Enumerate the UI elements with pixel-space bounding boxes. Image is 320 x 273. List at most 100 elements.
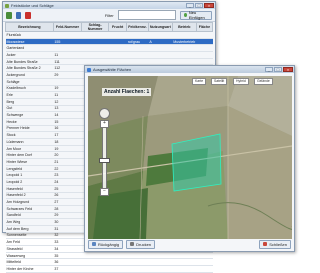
table-cell: Schläge — [5, 78, 54, 86]
table-row[interactable]: Mooswiese 155 rot/grau A Musterbetrieb — [5, 38, 213, 46]
table-row[interactable]: Acker 11 — [5, 51, 213, 59]
col-header[interactable]: Bezeichnung — [5, 22, 54, 32]
print-button[interactable]: Drucken — [126, 239, 156, 249]
table-cell — [53, 78, 82, 86]
table-cell: Sandfeld — [5, 212, 54, 220]
col-header[interactable]: Nutzungsart — [147, 22, 173, 32]
col-header[interactable]: Fläche — [195, 22, 214, 32]
table-cell: Hinter dem Dorf — [5, 151, 54, 160]
table-cell: Leopold 1 — [5, 171, 54, 180]
table-cell: 17 — [53, 131, 82, 139]
table-cell: Alte Bundes Straße — [5, 58, 54, 66]
maptype-map[interactable]: Karte — [192, 78, 207, 85]
pan-control[interactable] — [99, 108, 110, 119]
window-titlebar[interactable]: Ausgewählte Flächen _ □ × — [85, 66, 294, 73]
table-row[interactable]: Mittelfeld 36 — [5, 258, 213, 267]
table-cell — [126, 31, 149, 39]
table-cell: Gartenland — [5, 44, 54, 53]
insert-button-label: Neu Einfügen — [188, 10, 205, 20]
table-cell: 22 — [53, 165, 82, 173]
table-cell: Auf dem Berg — [5, 225, 54, 233]
table-cell: 24 — [53, 178, 82, 186]
minimize-button[interactable]: _ — [265, 67, 273, 72]
table-cell — [126, 258, 149, 267]
table-cell: 18 — [53, 138, 82, 146]
table-cell: Hecke — [5, 118, 54, 126]
table-row[interactable]: Wasserweg 35 — [5, 252, 213, 260]
table-cell: 25 — [53, 185, 82, 193]
close-label: Schließen — [269, 241, 287, 247]
table-row[interactable]: Flurstück — [5, 31, 213, 39]
table-cell: 27 — [53, 198, 82, 206]
edit-icon[interactable] — [15, 11, 22, 19]
col-header[interactable]: Betrieb — [171, 22, 197, 32]
delete-icon[interactable] — [25, 11, 31, 19]
table-cell: 29 — [53, 212, 82, 220]
filter-input[interactable] — [117, 10, 176, 20]
table-cell: Hinter der Kirche — [5, 265, 54, 273]
table-row[interactable]: Hinter der Kirche 37 — [5, 265, 213, 273]
plus-icon — [183, 13, 187, 17]
maximize-button[interactable]: □ — [195, 3, 203, 8]
window-titlebar[interactable]: Feldstücke und Schläge _ □ × — [3, 2, 215, 9]
table-cell: Lengsfeld — [5, 165, 54, 173]
table-cell — [108, 44, 127, 53]
filter-label: Filter — [104, 12, 114, 18]
table-cell: 111 — [53, 58, 82, 66]
table-cell — [126, 252, 149, 260]
maptype-hybrid[interactable]: Hybrid — [233, 78, 249, 85]
table-row[interactable]: Alte Bundes Straße 111 — [5, 58, 213, 66]
table-cell: 19 — [53, 85, 82, 93]
table-cell — [81, 252, 109, 260]
selected-field-polygon[interactable] — [171, 133, 222, 192]
close-window-button[interactable]: Schließen — [259, 239, 291, 249]
table-cell: 31 — [53, 225, 82, 233]
table-cell: Alte Bundes Straße 2 — [5, 64, 54, 73]
zoom-out-button[interactable]: − — [100, 188, 109, 196]
table-cell: Wasserweg — [5, 252, 54, 260]
table-cell: Leopold 2 — [5, 178, 54, 186]
close-button[interactable]: × — [204, 3, 214, 8]
table-cell — [172, 51, 197, 59]
col-header[interactable]: Feld-Nummer — [52, 22, 83, 32]
table-cell — [108, 51, 127, 59]
table-cell: 30 — [53, 218, 82, 226]
table-cell — [196, 31, 213, 39]
close-button[interactable]: × — [283, 67, 293, 72]
print-icon — [130, 242, 135, 246]
insert-button[interactable]: Neu Einfügen — [179, 10, 212, 20]
table-cell — [148, 31, 173, 39]
table-cell — [81, 258, 109, 267]
close-icon — [263, 242, 268, 246]
table-cell: rot/grau — [126, 38, 149, 46]
undo-label: Rückgängig — [98, 241, 120, 247]
maptype-terrain[interactable]: Gelände — [254, 78, 273, 85]
table-cell — [108, 31, 127, 39]
table-cell: 36 — [53, 258, 82, 267]
maximize-button[interactable]: □ — [274, 67, 282, 72]
col-header[interactable]: Feldkennz. — [126, 22, 149, 32]
table-cell: Flurstück — [5, 31, 54, 39]
col-header[interactable]: Frucht — [108, 22, 128, 32]
table-cell — [126, 265, 149, 273]
table-cell: Schwarzes Feld — [5, 205, 54, 213]
minimize-button[interactable]: _ — [186, 3, 194, 8]
zoom-slider-thumb[interactable] — [99, 158, 110, 163]
map-app-icon — [87, 67, 91, 72]
table-cell: Am Weg — [5, 218, 54, 226]
app-icon — [5, 3, 9, 8]
table-cell — [81, 58, 109, 66]
new-icon[interactable] — [6, 11, 12, 19]
table-cell: Berg — [5, 98, 54, 106]
table-cell: Musterbetrieb — [172, 38, 197, 46]
table-cell — [81, 44, 109, 53]
table-cell: Kradelbruch — [5, 85, 54, 93]
col-header[interactable]: Schlag-Nummer — [81, 22, 110, 32]
table-cell — [53, 31, 82, 39]
undo-button[interactable]: Rückgängig — [88, 239, 124, 249]
maptype-satellite[interactable]: Satellit — [211, 78, 228, 85]
table-cell — [196, 58, 213, 66]
table-cell — [148, 252, 173, 260]
table-row[interactable]: Gartenland — [5, 44, 213, 53]
satellite-map[interactable]: Anzahl Flaechen: 1 Karte Satellit Hybrid… — [88, 76, 292, 239]
